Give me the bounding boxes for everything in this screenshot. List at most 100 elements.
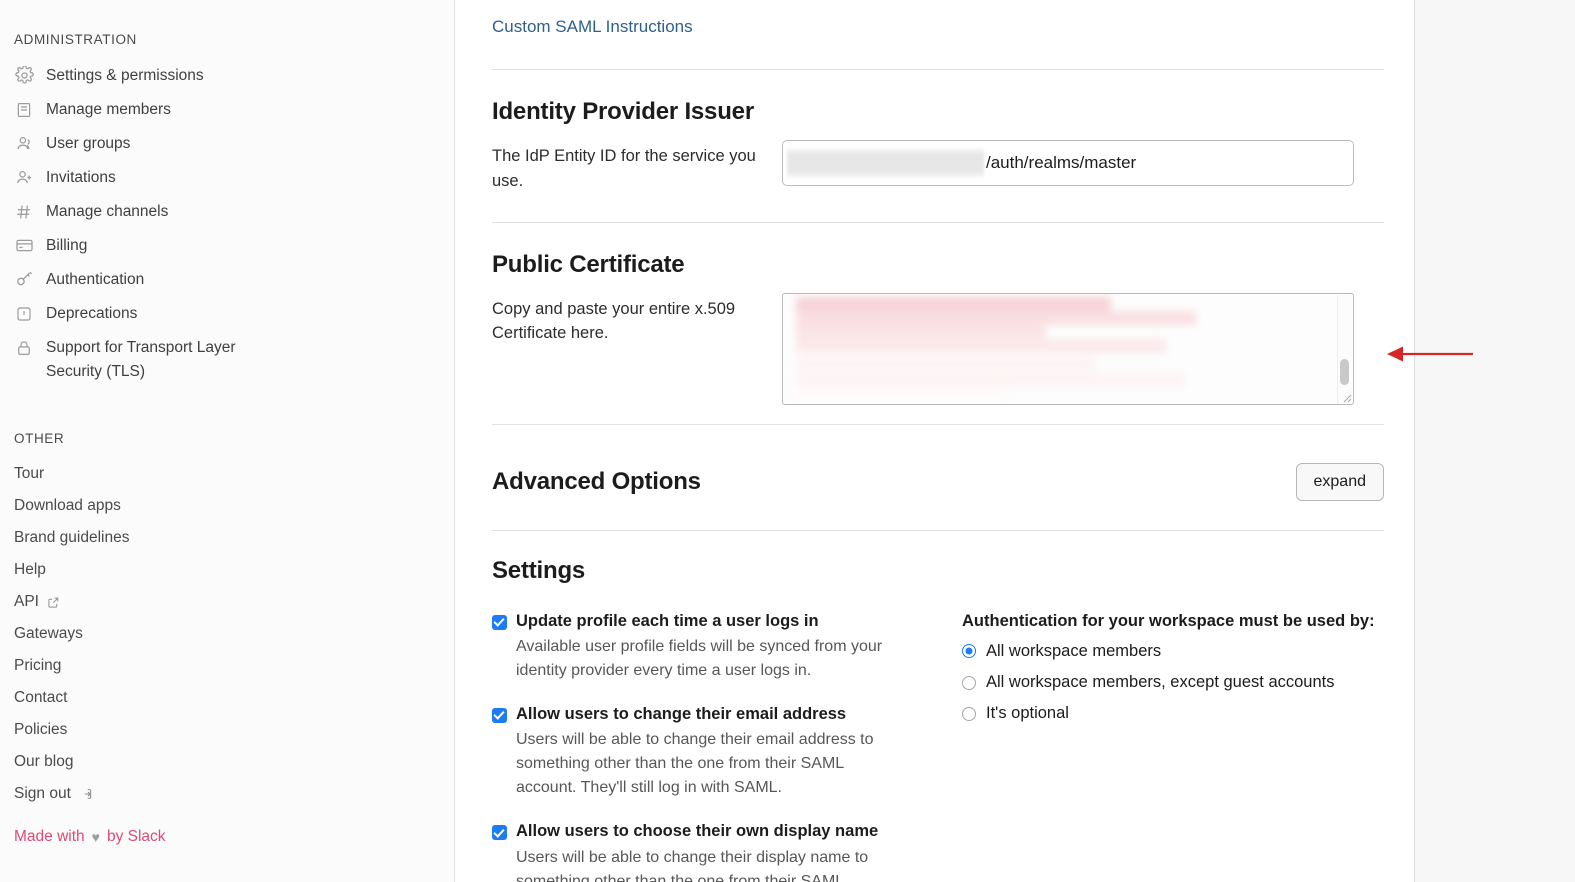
sidebar-item-label: API <box>14 593 39 611</box>
sidebar-item-authentication[interactable]: Authentication <box>0 263 454 297</box>
section-heading: Settings <box>492 556 586 584</box>
radio-button[interactable] <box>962 707 976 722</box>
person-add-icon <box>14 167 34 188</box>
radio-all-workspace-members[interactable]: All workspace members <box>962 641 1384 662</box>
sidebar-item-label: Manage members <box>46 101 171 119</box>
radio-button[interactable] <box>962 644 976 659</box>
sidebar-item-label: Download apps <box>14 497 121 515</box>
setting-description: Available user profile fields will be sy… <box>516 637 883 679</box>
setting-description: Users will be able to change their email… <box>516 731 874 797</box>
alert-icon <box>14 303 34 324</box>
sidebar-item-label: Authentication <box>46 271 145 289</box>
sidebar-item-pricing[interactable]: Pricing <box>0 650 454 682</box>
sidebar-item-label: Gateways <box>14 625 83 643</box>
radio-label: It's optional <box>986 704 1069 723</box>
section-heading: Identity Provider Issuer <box>492 98 754 125</box>
sidebar-item-invitations[interactable]: Invitations <box>0 161 454 195</box>
section-heading: Advanced Options <box>492 467 701 495</box>
key-icon <box>14 269 34 290</box>
setting-label: Allow users to change their email addres… <box>516 704 847 723</box>
sidebar-item-label: Brand guidelines <box>14 529 130 547</box>
radio-optional[interactable]: It's optional <box>962 703 1384 724</box>
resize-handle-icon[interactable] <box>1338 389 1352 403</box>
idp-entity-id-input[interactable]: /auth/realms/master <box>782 140 1354 186</box>
sidebar-item-label: Sign out <box>14 785 71 803</box>
scrollbar-thumb[interactable] <box>1340 358 1349 385</box>
sidebar-item-contact[interactable]: Contact <box>0 682 454 714</box>
sidebar-item-label: Settings & permissions <box>46 67 204 84</box>
settings-radio-column: Authentication for your workspace must b… <box>962 611 1384 882</box>
sidebar-item-label: Tour <box>14 465 45 483</box>
certificate-description: Copy and paste your entire x.509 Certifi… <box>492 299 736 343</box>
display-name-checkbox[interactable] <box>492 825 507 841</box>
main-content-panel: Custom SAML Instructions Identity Provid… <box>455 0 1415 882</box>
radio-label: All workspace members, except guest acco… <box>986 672 1335 691</box>
redacted-certificate-content <box>784 295 1325 403</box>
sidebar-other-group: OTHER Tour Download apps Brand guideline… <box>0 431 454 846</box>
sidebar-item-label: Invitations <box>46 169 116 187</box>
sidebar-item-brand-guidelines[interactable]: Brand guidelines <box>0 522 454 554</box>
book-icon <box>14 99 34 120</box>
redacted-host-value <box>787 148 984 178</box>
setting-label: Allow users to choose their own display … <box>516 822 879 841</box>
lock-icon <box>14 337 34 358</box>
sidebar-section-other: OTHER <box>14 431 65 447</box>
sidebar-item-manage-members[interactable]: Manage members <box>0 93 454 127</box>
heart-icon: ♥ <box>91 829 100 846</box>
hash-icon <box>14 201 34 222</box>
sidebar-item-label: Support for Transport Layer Security (TL… <box>46 339 236 381</box>
sidebar-item-label: Manage channels <box>46 203 169 221</box>
setting-update-profile: Update profile each time a user logs in … <box>492 611 922 683</box>
sidebar-item-sign-out[interactable]: Sign out <box>0 778 454 810</box>
made-with-slack-footer[interactable]: Made with ♥ by Slack <box>0 810 454 846</box>
saml-settings-page: ADMINISTRATION Settings & permissions Ma… <box>0 0 1575 882</box>
credit-card-icon <box>14 235 34 256</box>
sidebar-item-tour[interactable]: Tour <box>0 458 454 490</box>
idp-entity-id-value: /auth/realms/master <box>986 153 1137 172</box>
issuer-description: The IdP Entity ID for the service you us… <box>492 147 756 190</box>
setting-description: Users will be able to change their displ… <box>516 848 869 882</box>
sidebar-item-download-apps[interactable]: Download apps <box>0 490 454 522</box>
radio-except-guests[interactable]: All workspace members, except guest acco… <box>962 672 1384 693</box>
sidebar-item-tls-support[interactable]: Support for Transport Layer Security (TL… <box>0 331 454 389</box>
radio-group-title: Authentication for your workspace must b… <box>962 611 1375 630</box>
sidebar-item-billing[interactable]: Billing <box>0 229 454 263</box>
sidebar-item-manage-channels[interactable]: Manage channels <box>0 195 454 229</box>
external-link-icon <box>47 596 60 609</box>
by-slack-text: by Slack <box>106 828 166 846</box>
sidebar-item-our-blog[interactable]: Our blog <box>0 746 454 778</box>
settings-section: Settings Update profile each time a user… <box>492 531 1384 882</box>
sidebar-item-label: Pricing <box>14 657 62 675</box>
expand-button[interactable]: expand <box>1295 462 1384 501</box>
identity-provider-issuer-section: Identity Provider Issuer The IdP Entity … <box>492 70 1384 194</box>
sign-out-icon <box>79 787 93 801</box>
public-certificate-section: Public Certificate Copy and paste your e… <box>492 223 1384 405</box>
people-icon <box>14 133 34 154</box>
setting-label: Update profile each time a user logs in <box>516 611 819 630</box>
sidebar-item-help[interactable]: Help <box>0 554 454 586</box>
sidebar-item-api[interactable]: API <box>0 586 454 618</box>
custom-saml-instructions-link[interactable]: Custom SAML Instructions <box>492 0 693 37</box>
sidebar-item-label: Contact <box>14 689 68 707</box>
change-email-checkbox[interactable] <box>492 707 507 723</box>
sidebar-item-deprecations[interactable]: Deprecations <box>0 297 454 331</box>
sidebar-item-label: User groups <box>46 135 131 153</box>
update-profile-checkbox[interactable] <box>492 614 507 630</box>
sidebar-item-gateways[interactable]: Gateways <box>0 618 454 650</box>
public-certificate-textarea[interactable] <box>782 292 1354 405</box>
radio-label: All workspace members <box>986 641 1162 660</box>
sidebar-item-label: Help <box>14 561 46 579</box>
sidebar-item-label: Our blog <box>14 753 74 771</box>
made-with-text: Made with <box>14 828 85 846</box>
section-heading: Public Certificate <box>492 250 685 278</box>
sidebar-item-user-groups[interactable]: User groups <box>0 127 454 161</box>
admin-sidebar: ADMINISTRATION Settings & permissions Ma… <box>0 0 455 882</box>
settings-checkbox-column: Update profile each time a user logs in … <box>492 611 922 882</box>
setting-change-email: Allow users to change their email addres… <box>492 704 922 800</box>
sidebar-item-settings-permissions[interactable]: Settings & permissions <box>0 59 454 93</box>
sidebar-section-administration: ADMINISTRATION <box>14 32 137 47</box>
radio-button[interactable] <box>962 675 976 690</box>
sidebar-item-policies[interactable]: Policies <box>0 714 454 746</box>
sidebar-item-label: Policies <box>14 721 68 739</box>
gear-icon <box>14 65 34 86</box>
